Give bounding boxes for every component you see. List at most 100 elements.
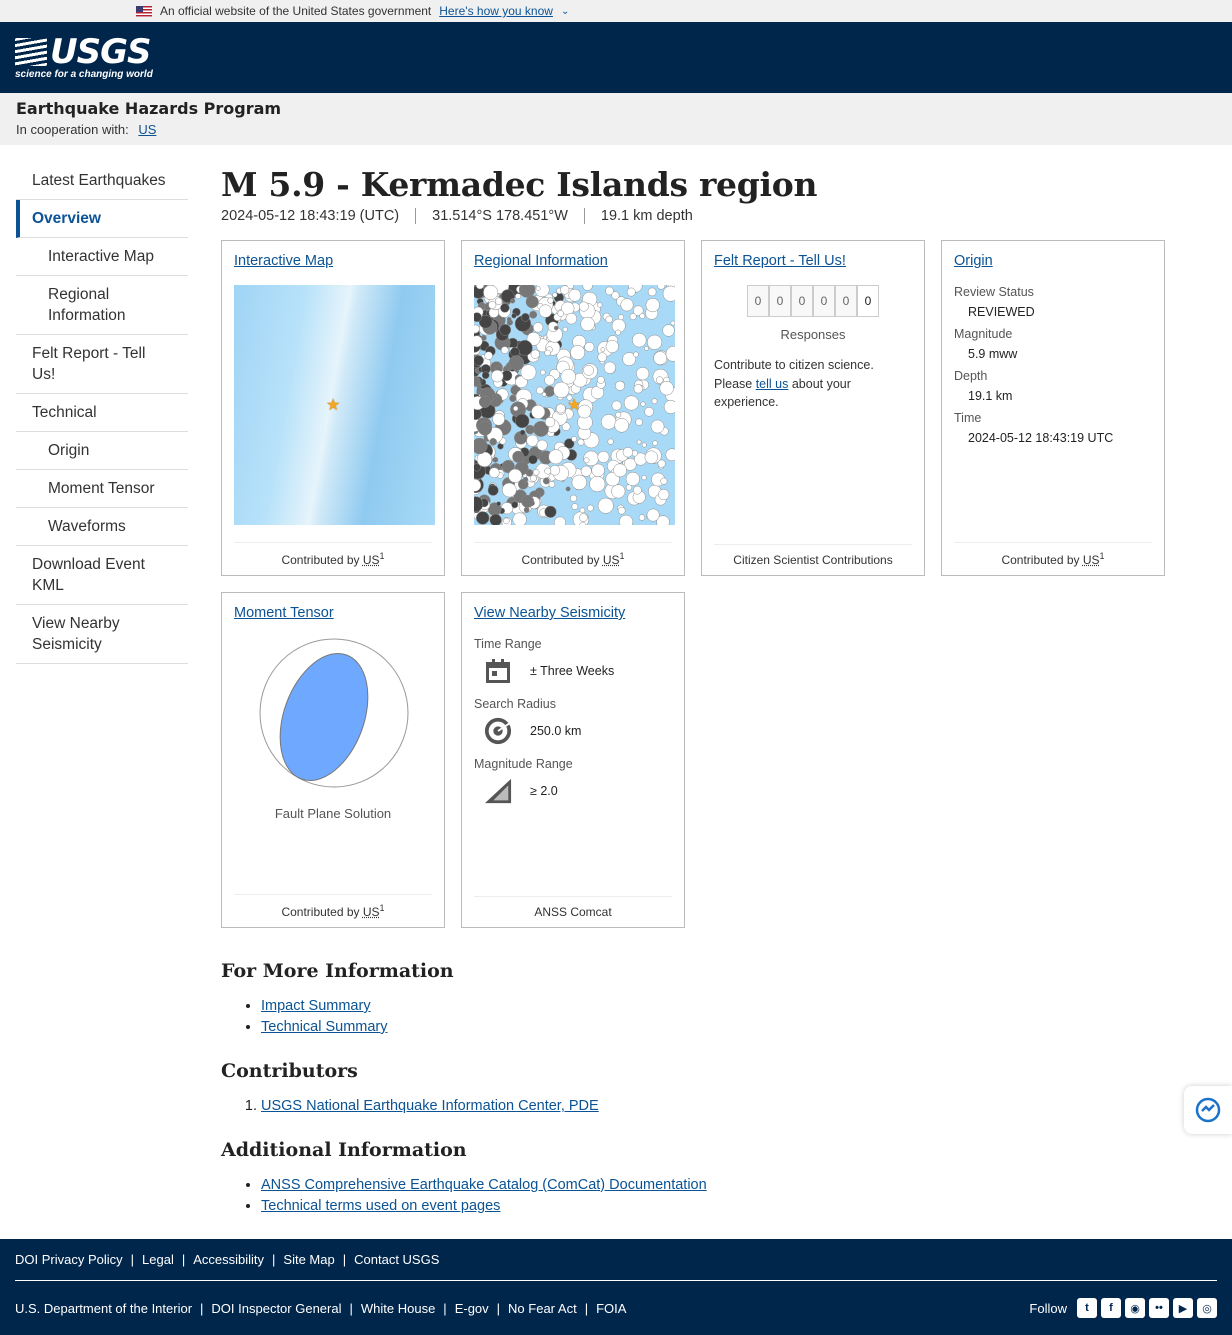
seismicity-circle [492, 412, 505, 426]
card-moment-tensor[interactable]: Moment Tensor Fault Plane Solution Contr… [221, 592, 445, 928]
chevron-down-icon[interactable]: ⌄ [561, 6, 569, 17]
logo-text: USGS [50, 31, 151, 72]
flickr-icon[interactable]: •• [1149, 1298, 1169, 1318]
interactive-map-link[interactable]: Interactive Map [234, 253, 333, 269]
footer-link-privacy[interactable]: DOI Privacy Policy [15, 1252, 123, 1267]
gov-banner: An official website of the United States… [0, 0, 1232, 22]
seismicity-circle [605, 315, 613, 324]
footer-link-interior[interactable]: U.S. Department of the Interior [15, 1301, 192, 1316]
seismicity-circle [506, 317, 512, 322]
time-range-label: Time Range [474, 637, 542, 651]
radius-icon [484, 717, 512, 745]
facebook-icon[interactable]: f [1101, 1298, 1121, 1318]
seismicity-circle [496, 501, 501, 507]
counter-digit: 0 [791, 285, 813, 317]
coop-link[interactable]: US [138, 122, 156, 137]
regional-information-link[interactable]: Regional Information [474, 253, 608, 269]
seismicity-circle [582, 285, 593, 291]
seismicity-circle [644, 450, 659, 464]
seismicity-circle [652, 440, 658, 446]
seismicity-circle [474, 437, 488, 455]
sidebar-item-felt-report[interactable]: Felt Report - Tell Us! [16, 335, 188, 394]
contributor-link[interactable]: USGS National Earthquake Information Cen… [261, 1098, 599, 1114]
seismicity-circle [481, 371, 490, 380]
sidebar-item-latest-earthquakes[interactable]: Latest Earthquakes [16, 162, 188, 200]
seismicity-circle [565, 312, 578, 325]
felt-report-link[interactable]: Felt Report - Tell Us! [714, 253, 846, 269]
seismicity-circle [580, 316, 595, 332]
seismicity-circle [528, 454, 538, 465]
sidebar-item-download-kml[interactable]: Download Event KML [16, 546, 188, 605]
sidebar-item-moment-tensor[interactable]: Moment Tensor [16, 470, 188, 508]
how-you-know-link[interactable]: Here's how you know [439, 4, 553, 18]
footer-link-sitemap[interactable]: Site Map [283, 1252, 334, 1267]
seismicity-circle [577, 438, 585, 446]
technical-terms-link[interactable]: Technical terms used on event pages [261, 1198, 500, 1214]
program-title[interactable]: Earthquake Hazards Program [16, 99, 1216, 118]
footer-link-contact[interactable]: Contact USGS [354, 1252, 439, 1267]
tell-us-link[interactable]: tell us [756, 377, 789, 391]
footer-link-nofear[interactable]: No Fear Act [508, 1301, 577, 1316]
instagram-icon[interactable]: ◎ [1197, 1298, 1217, 1318]
coop-label: In cooperation with: [16, 122, 129, 137]
footer-link-legal[interactable]: Legal [142, 1252, 174, 1267]
impact-summary-link[interactable]: Impact Summary [261, 998, 371, 1014]
beachball-diagram[interactable] [234, 637, 434, 797]
footer-link-accessibility[interactable]: Accessibility [193, 1252, 264, 1267]
sidebar-item-interactive-map[interactable]: Interactive Map [16, 238, 188, 276]
seismicity-circle [544, 467, 552, 475]
sidebar-item-waveforms[interactable]: Waveforms [16, 508, 188, 546]
sidebar-item-technical[interactable]: Technical [16, 394, 188, 432]
origin-details: Review Status REVIEWED Magnitude 5.9 mww… [954, 285, 1152, 445]
seismicity-circle [491, 369, 504, 383]
feedback-widget-button[interactable] [1184, 1086, 1232, 1134]
card-origin[interactable]: Origin Review Status REVIEWED Magnitude … [941, 240, 1165, 576]
footer-link-whitehouse[interactable]: White House [361, 1301, 435, 1316]
card-nearby-seismicity[interactable]: View Nearby Seismicity Time Range ± Thre… [461, 592, 685, 928]
moment-tensor-link[interactable]: Moment Tensor [234, 605, 334, 621]
seismicity-circle [488, 467, 500, 479]
footer-link-egov[interactable]: E-gov [455, 1301, 489, 1316]
regional-map-thumbnail[interactable]: ★ [474, 285, 675, 525]
card-interactive-map[interactable]: Interactive Map ★ Contributed by US1 [221, 240, 445, 576]
seismicity-circle [623, 395, 639, 411]
seismicity-circle [591, 463, 605, 477]
seismicity-circle [557, 310, 565, 317]
sidebar-item-overview[interactable]: Overview [16, 200, 188, 238]
seismicity-circle [605, 339, 619, 354]
seismicity-circle [644, 346, 649, 351]
footer-link-foia[interactable]: FOIA [596, 1301, 626, 1316]
twitter-icon[interactable]: t [1077, 1298, 1097, 1318]
seismicity-circle [618, 514, 634, 525]
card-felt-report[interactable]: Felt Report - Tell Us! 0 0 0 0 0 0 Respo… [701, 240, 925, 576]
seismicity-circle [636, 439, 642, 445]
epicenter-star-icon: ★ [567, 397, 582, 414]
card-regional-information[interactable]: Regional Information ★ Contributed by US… [461, 240, 685, 576]
nearby-seismicity-link[interactable]: View Nearby Seismicity [474, 605, 625, 621]
seismicity-circle [525, 424, 535, 435]
footer-link-inspector[interactable]: DOI Inspector General [211, 1301, 341, 1316]
calendar-icon [484, 657, 512, 685]
sidebar-item-nearby-seismicity[interactable]: View Nearby Seismicity [16, 605, 188, 664]
seismicity-circle [548, 449, 564, 465]
sidebar-item-regional-information[interactable]: Regional Information [16, 276, 188, 335]
comcat-docs-link[interactable]: ANSS Comprehensive Earthquake Catalog (C… [261, 1177, 707, 1193]
seismicity-circle [633, 351, 639, 358]
interactive-map-thumbnail[interactable]: ★ [234, 285, 435, 525]
seismicity-circle [662, 285, 675, 302]
seismicity-circle [584, 341, 595, 352]
usgs-logo[interactable]: USGS science for a changing world [15, 31, 153, 80]
magnitude-range-label: Magnitude Range [474, 757, 573, 771]
magnitude-label: Magnitude [954, 327, 1013, 341]
gov-banner-text: An official website of the United States… [160, 4, 432, 18]
youtube-icon[interactable]: ▶ [1173, 1298, 1193, 1318]
seismicity-circle [587, 504, 594, 512]
seismicity-circle [544, 416, 556, 428]
responses-counter: 0 0 0 0 0 0 [714, 285, 912, 317]
sidebar-item-origin[interactable]: Origin [16, 432, 188, 470]
technical-summary-link[interactable]: Technical Summary [261, 1019, 388, 1035]
origin-link[interactable]: Origin [954, 253, 993, 269]
counter-digit: 0 [769, 285, 791, 317]
github-icon[interactable]: ◉ [1125, 1298, 1145, 1318]
contributors-heading: Contributors [221, 1060, 358, 1082]
